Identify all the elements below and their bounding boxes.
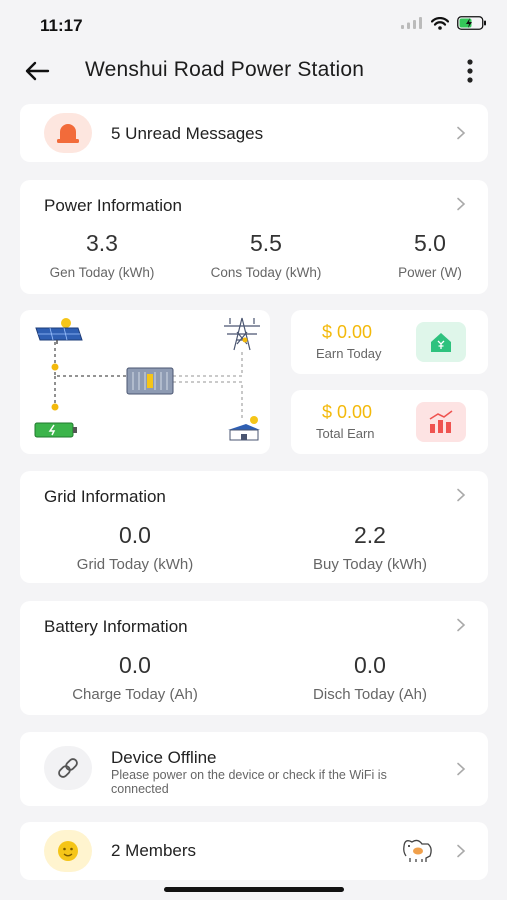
buy-today-label: Buy Today (kWh) (313, 556, 427, 573)
charge-today-value: 0.0 (119, 652, 151, 678)
cons-today-value: 5.5 (250, 230, 282, 256)
buy-today-value: 2.2 (354, 522, 386, 548)
smiley-icon (58, 841, 78, 861)
messages-label: 5 Unread Messages (111, 124, 264, 143)
power-information-card[interactable]: Power Information 3.3 Gen Today (kWh) 5.… (20, 180, 488, 294)
chevron-right-icon (457, 197, 466, 211)
chevron-right-icon (457, 844, 466, 858)
status-bar: 11:17 (0, 0, 507, 48)
cons-today-label: Cons Today (kWh) (210, 265, 322, 280)
section-title: Grid Information (44, 487, 166, 506)
chevron-right-icon (457, 618, 466, 632)
earn-today-card[interactable]: $ 0.00 Earn Today (291, 310, 488, 374)
message-icon-badge (44, 113, 92, 153)
total-earn-icon-badge (416, 402, 466, 442)
members-icon-badge (44, 830, 92, 872)
flow-node (51, 403, 59, 411)
battery-status-icon (457, 16, 486, 30)
disch-today-value: 0.0 (354, 652, 386, 678)
status-time: 11:17 (40, 16, 83, 35)
device-icon-badge (44, 746, 92, 790)
chevron-right-icon (457, 488, 466, 502)
chevron-right-icon (457, 762, 466, 776)
wifi-icon (431, 16, 449, 30)
earn-today-label: Earn Today (316, 346, 382, 361)
energy-flow-card[interactable] (20, 310, 270, 454)
device-status-title: Device Offline (111, 748, 217, 767)
members-label: 2 Members (111, 841, 197, 860)
link-icon (58, 758, 78, 778)
house-solar-icon (228, 416, 260, 441)
gen-today-value: 3.3 (86, 230, 118, 256)
inverter-icon (126, 367, 174, 395)
alarm-light-icon (57, 124, 79, 143)
power-label: Power (W) (398, 265, 462, 280)
nav-bar: Wenshui Road Power Station (0, 48, 507, 94)
home-yen-icon (431, 333, 451, 352)
status-icons (401, 16, 487, 30)
pet-icon (403, 839, 432, 862)
earn-icon-badge (416, 322, 466, 362)
grid-today-value: 0.0 (119, 522, 151, 548)
grid-today-label: Grid Today (kWh) (76, 556, 194, 573)
earn-today-value: $ 0.00 (322, 322, 373, 342)
members-card[interactable]: 2 Members (20, 822, 488, 880)
section-title: Battery Information (44, 617, 188, 636)
battery-information-card[interactable]: Battery Information 0.0 Charge Today (Ah… (20, 601, 488, 715)
device-status-card[interactable]: Device Offline Please power on the devic… (20, 732, 488, 806)
home-indicator[interactable] (164, 887, 344, 892)
gen-today-label: Gen Today (kWh) (49, 265, 155, 280)
chart-up-icon (429, 410, 453, 433)
power-value: 5.0 (414, 230, 446, 256)
messages-card[interactable]: 5 Unread Messages (20, 104, 488, 162)
total-earn-label: Total Earn (316, 426, 375, 441)
transmission-tower-icon (224, 317, 260, 351)
battery-icon (34, 422, 77, 438)
back-arrow-icon[interactable] (22, 58, 52, 84)
chevron-right-icon (457, 126, 466, 140)
grid-information-card[interactable]: Grid Information 0.0 Grid Today (kWh) 2.… (20, 471, 488, 583)
charge-today-label: Charge Today (Ah) (72, 686, 198, 703)
device-status-description: Please power on the device or check if t… (111, 768, 387, 796)
section-title: Power Information (44, 196, 182, 215)
signal-icon (401, 17, 422, 29)
total-earn-card[interactable]: $ 0.00 Total Earn (291, 390, 488, 454)
total-earn-value: $ 0.00 (322, 402, 373, 422)
flow-node (51, 363, 59, 371)
solar-panel-icon (35, 318, 83, 344)
more-vertical-icon[interactable] (463, 58, 477, 84)
energy-flow-diagram (34, 317, 260, 441)
disch-today-label: Disch Today (Ah) (313, 686, 427, 703)
page-title: Wenshui Road Power Station (85, 58, 365, 81)
